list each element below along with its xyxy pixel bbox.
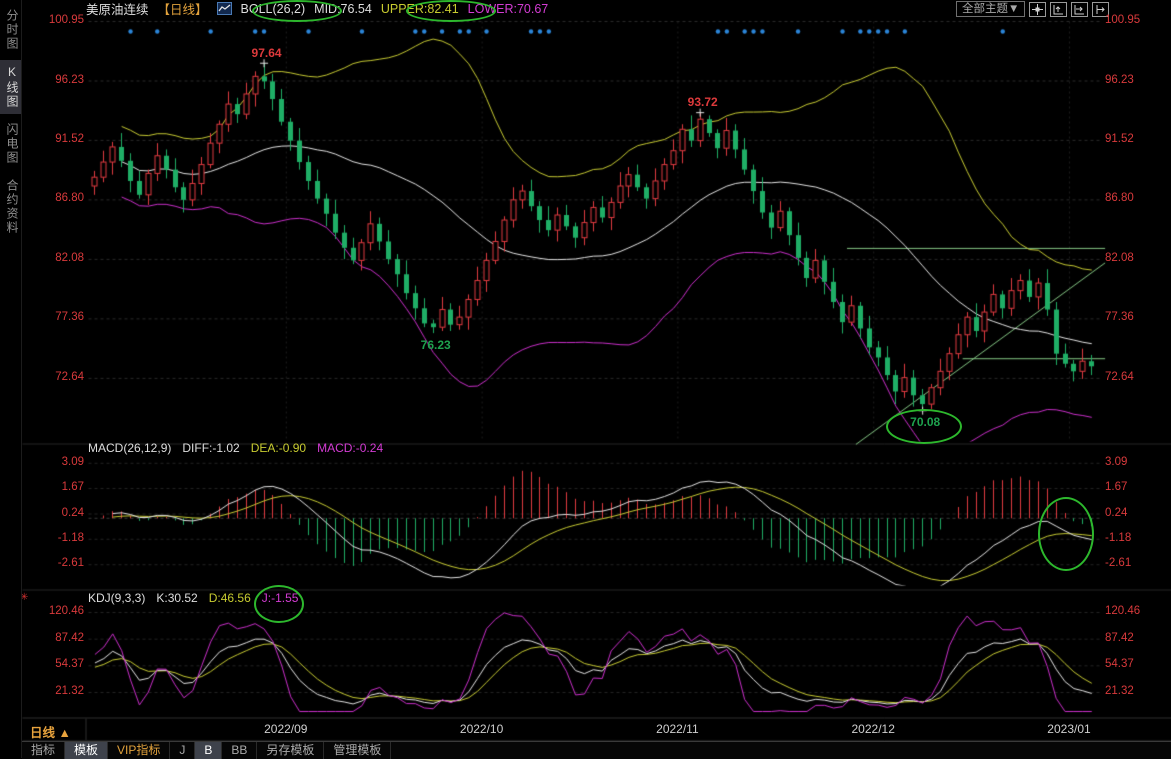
macd-panel-header: MACD(26,12,9) DIFF:-1.02 DEA:-0.90 MACD:… [88,441,383,455]
y-axis-label: 72.64 [24,371,84,383]
y-axis-label: 91.52 [1105,133,1134,145]
y-axis-label: 86.80 [1105,192,1134,204]
y-axis-label: 100.95 [24,14,84,26]
toolbar: 全部主题▼ [956,1,1109,17]
y-axis-label: 82.08 [24,252,84,264]
macd-diff-value: DIFF:-1.02 [182,441,239,455]
highlight-ellipse [254,585,304,623]
tab-manage-template[interactable]: 管理模板 [324,742,391,759]
line-chart-icon [217,2,232,15]
y-axis-label: -2.61 [24,557,84,569]
highlight-ellipse [406,0,496,22]
price-annotation: 97.64 [252,46,282,60]
tab-save-as-template[interactable]: 另存模板 [257,742,324,759]
tab-b[interactable]: B [195,742,222,759]
x-axis-label: 2022/12 [851,722,894,736]
sidebar-item-time-chart[interactable]: 分时图 [0,4,21,56]
left-sidebar: 分时图 K线图闪电图合约资料 [0,0,22,758]
period-tag: 【日线】 [158,0,208,18]
kdj-k-value: K:30.52 [156,591,197,605]
y-axis-label: 100.95 [1105,14,1140,26]
y-axis-label: 3.09 [1105,456,1127,468]
macd-value: MACD:-0.24 [317,441,383,455]
y-axis-label: 1.67 [1105,481,1127,493]
zoom-x-in-icon[interactable] [1050,2,1067,17]
period-selector[interactable]: 日线 ▲ [30,722,71,741]
kdj-name: KDJ(9,3,3) [88,591,145,605]
macd-dea-value: DEA:-0.90 [251,441,306,455]
y-axis-label: 21.32 [1105,685,1134,697]
y-axis-label: 91.52 [24,133,84,145]
y-axis-label: 0.24 [1105,507,1127,519]
y-axis-label: 21.32 [24,685,84,697]
y-axis-label: 77.36 [1105,311,1134,323]
y-axis-label: 96.23 [24,74,84,86]
highlight-ellipse [886,409,962,444]
triangle-up-icon: ▲ [59,726,71,740]
tab-template[interactable]: 模板 [65,742,108,759]
price-annotation: 76.23 [421,338,451,352]
sidebar-item-contract-info[interactable]: 合约资料 [0,174,21,240]
sidebar-item-kline-chart[interactable]: K线图 [0,60,21,114]
price-annotation: 93.72 [688,95,718,109]
y-axis-label: 54.37 [24,658,84,670]
highlight-ellipse [252,0,342,22]
x-axis-label: 2023/01 [1047,722,1090,736]
y-axis-label: -2.61 [1105,557,1131,569]
y-axis-label: -1.18 [1105,532,1131,544]
y-axis-label: 54.37 [1105,658,1134,670]
sidebar-item-lightning-chart[interactable]: 闪电图 [0,118,21,170]
symbol-title: 美原油连续 [86,0,149,18]
y-axis-label: 1.67 [24,481,84,493]
tab-vip-indicator[interactable]: VIP指标 [108,742,170,759]
y-axis-label: 82.08 [1105,252,1134,264]
y-axis-label: 120.46 [1105,605,1140,617]
macd-name: MACD(26,12,9) [88,441,171,455]
y-axis-label: 72.64 [1105,371,1134,383]
zoom-x-out-icon[interactable] [1071,2,1088,17]
tab-indicator[interactable]: 指标 [22,742,65,759]
y-axis-label: 87.42 [24,632,84,644]
x-axis-label: 2022/11 [656,722,699,736]
y-axis-label: 87.42 [1105,632,1134,644]
period-label: 日线 [30,726,55,740]
kdj-d-value: D:46.56 [209,591,251,605]
y-axis-label: 120.46 [24,605,84,617]
x-axis-label: 2022/09 [264,722,307,736]
y-axis-label: 96.23 [1105,74,1134,86]
tab-j[interactable]: J [170,742,195,759]
y-axis-label: 77.36 [24,311,84,323]
chart-canvas[interactable] [0,0,1171,758]
theme-dropdown-button[interactable]: 全部主题▼ [956,1,1025,17]
bottom-tab-bar: 指标模板VIP指标JBBB另存模板管理模板 [22,741,1171,759]
x-axis-label: 2022/10 [460,722,503,736]
crosshair-move-icon[interactable] [1029,2,1046,17]
tab-bb[interactable]: BB [222,742,257,759]
y-axis-label: 86.80 [24,192,84,204]
y-axis-label: -1.18 [24,532,84,544]
y-axis-label: 3.09 [24,456,84,468]
highlight-ellipse [1038,497,1094,571]
y-axis-label: 0.24 [24,507,84,519]
